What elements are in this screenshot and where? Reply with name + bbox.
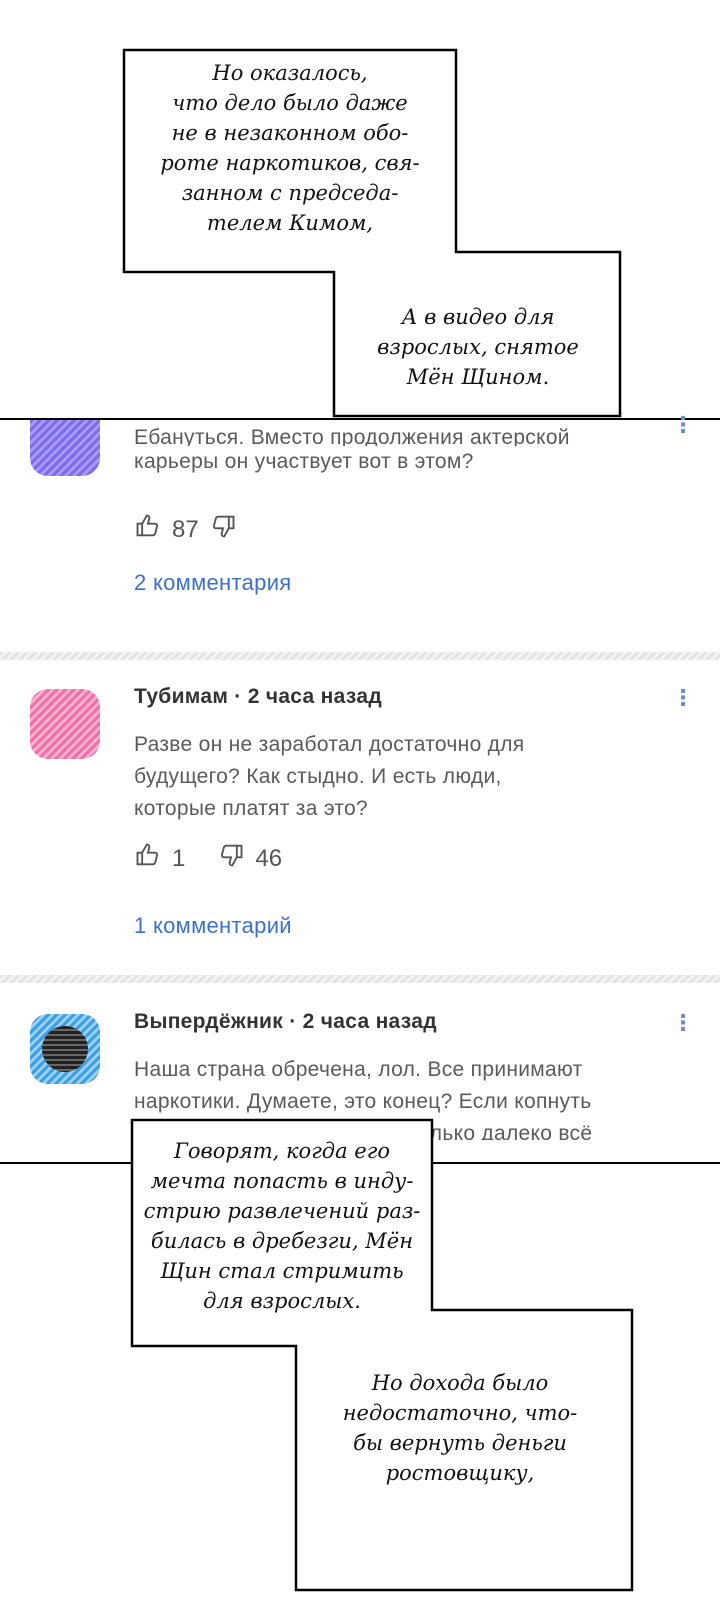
dislike-count: 46 [255, 844, 283, 872]
thumbs-down-icon[interactable] [209, 512, 237, 547]
comment-body: Разве он не заработал достаточно для буд… [134, 733, 525, 820]
comment-meta: Выпердёжник · 2 часа назад [134, 1010, 437, 1033]
comment-1: Ебануться. Вместо продолжения актерской … [0, 412, 720, 650]
comment-divider [0, 652, 720, 660]
avatar[interactable] [30, 1014, 100, 1084]
avatar-shape [42, 1026, 88, 1072]
narration-box-2: А в видео для взрослых, снятое Мён Щином… [377, 305, 579, 389]
reaction-bar: 1 46 [134, 841, 282, 876]
narration-box-4: Но дохода было недостаточно, что- бы вер… [342, 1371, 578, 1485]
comment-divider [0, 975, 720, 983]
narration-box-3: Говорят, когда его мечта попасть в инду-… [143, 1139, 421, 1313]
like-count: 87 [172, 515, 199, 543]
replies-link[interactable]: 1 комментарий [134, 913, 292, 939]
thumbs-up-icon[interactable] [134, 512, 162, 547]
comment-meta: Тубимам · 2 часа назад [134, 685, 382, 708]
thumbs-up-icon[interactable] [134, 841, 162, 876]
replies-link[interactable]: 2 комментария [134, 570, 292, 596]
avatar[interactable] [30, 420, 100, 476]
comment-2: Тубимам · 2 часа назад ⋮ Разве он не зар… [0, 685, 720, 965]
thumbs-down-icon[interactable] [217, 841, 245, 876]
narration-box-1: Но оказалось, что дело было даже не в не… [160, 61, 420, 235]
more-vert-icon[interactable]: ⋮ [672, 1010, 694, 1036]
avatar[interactable] [30, 689, 100, 759]
like-count: 1 [172, 844, 186, 872]
reaction-bar: 87 [134, 512, 237, 547]
more-vert-icon[interactable]: ⋮ [672, 685, 694, 711]
more-vert-icon[interactable]: ⋮ [672, 412, 694, 438]
comment-body: Ебануться. Вместо продолжения актерской … [134, 426, 570, 473]
